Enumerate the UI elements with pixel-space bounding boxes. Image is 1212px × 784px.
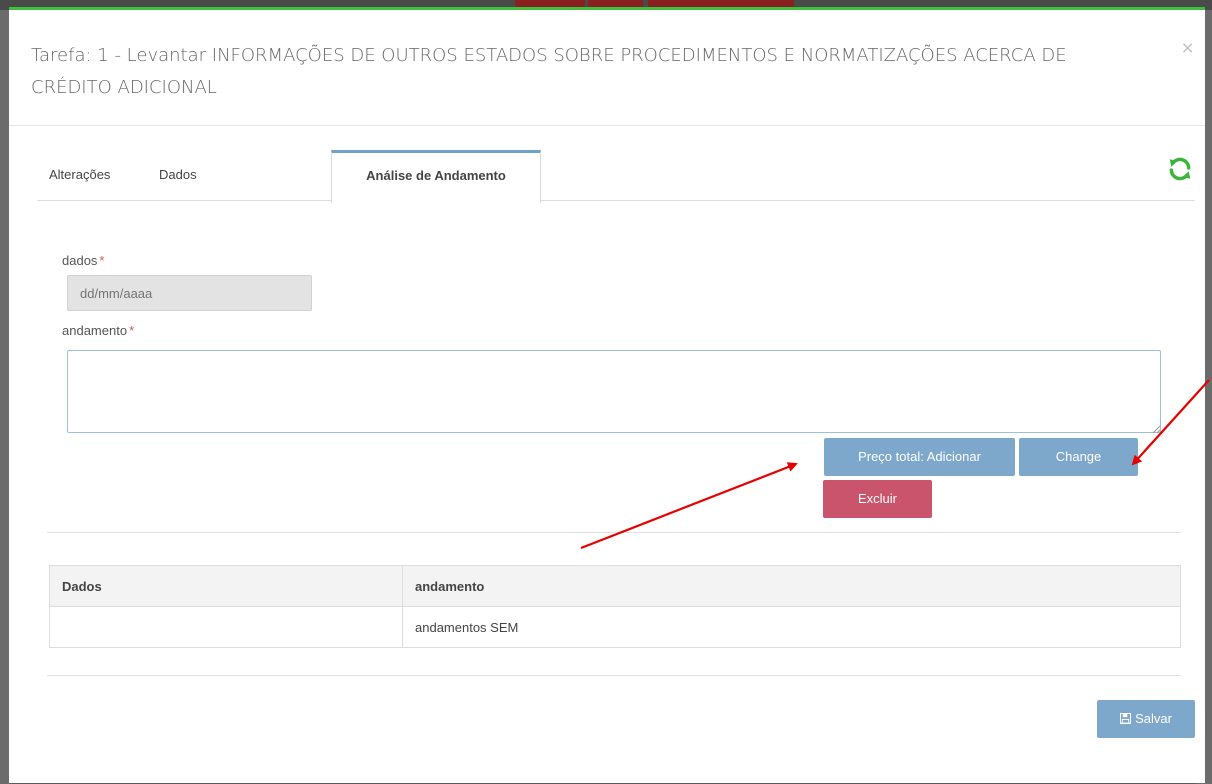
tab-dados[interactable]: Dados [147,150,209,200]
add-button[interactable]: Preço total: Adicionar [824,438,1015,476]
delete-button[interactable]: Excluir [823,480,932,518]
column-header-dados: Dados [49,565,403,607]
tab-alteracoes[interactable]: Alterações [37,150,122,200]
date-field[interactable] [67,275,312,311]
date-label: dados * [62,253,104,268]
date-label-text: dados [62,253,98,268]
progress-label-text: andamento [62,323,128,338]
progress-textarea[interactable] [67,350,1161,433]
change-button[interactable]: Change [1019,438,1138,476]
floppy-disk-icon [1120,713,1132,725]
progress-label: andamento * [62,323,134,338]
resize-grip-icon[interactable] [1151,424,1161,434]
table-header-row: Dados andamento [49,565,1181,607]
footer-divider [47,675,1181,676]
table-cell-dados [49,606,403,648]
required-mark: * [129,323,135,338]
progress-table: Dados andamento andamentos SEM [49,565,1181,648]
header-divider [9,125,1205,126]
save-button-label: Salvar [1135,711,1172,726]
section-divider [47,532,1181,533]
close-icon[interactable]: × [1181,38,1194,57]
refresh-icon[interactable] [1167,156,1193,182]
tab-bar: Alterações Dados Análise de Andamento [37,150,1195,203]
modal-title: Tarefa: 1 - Levantar INFORMAÇÕES DE OUTR… [31,45,1067,98]
task-modal: Tarefa: 1 - Levantar INFORMAÇÕES DE OUTR… [9,7,1205,783]
required-mark: * [99,253,105,268]
table-row[interactable]: andamentos SEM [49,606,1181,648]
tab-analise-de-andamento[interactable]: Análise de Andamento [331,150,541,203]
table-cell-andamento: andamentos SEM [402,606,1181,648]
column-header-andamento: andamento [402,565,1181,607]
save-button[interactable]: Salvar [1097,700,1195,738]
